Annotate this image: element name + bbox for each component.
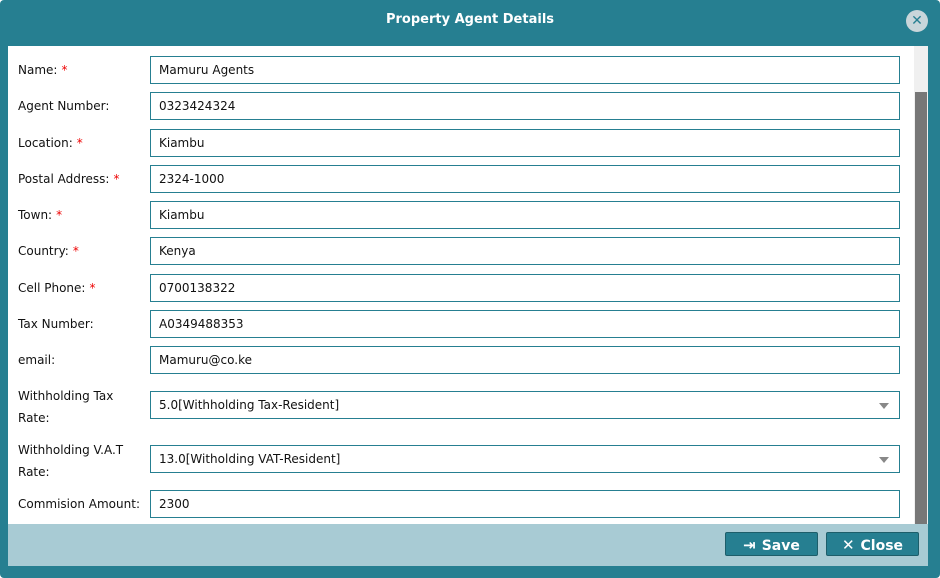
chevron-down-icon: [879, 403, 889, 409]
dialog-footer: ⇥ Save ✕ Close: [8, 524, 928, 566]
postal-address-input[interactable]: 2324-1000: [150, 165, 900, 193]
agent-number-input[interactable]: 0323424324: [150, 92, 900, 120]
save-button[interactable]: ⇥ Save: [725, 532, 818, 556]
email-input[interactable]: Mamuru@co.ke: [150, 346, 900, 374]
location-label: Location: *: [18, 136, 83, 150]
withholding-tax-label: Withholding Tax Rate:: [18, 389, 114, 425]
name-input[interactable]: Mamuru Agents: [150, 56, 900, 84]
postal-address-label: Postal Address: *: [18, 172, 120, 186]
commision-amount-input[interactable]: 2300: [150, 490, 900, 518]
town-input[interactable]: Kiambu: [150, 201, 900, 229]
dialog-close-icon[interactable]: ✕: [906, 10, 928, 32]
scrollbar-thumb[interactable]: [915, 92, 927, 524]
country-input[interactable]: Kenya: [150, 237, 900, 265]
town-label: Town: *: [18, 208, 63, 222]
name-label: Name: *: [18, 63, 68, 77]
scrollbar[interactable]: [914, 46, 928, 524]
withholding-vat-label: Withholding V.A.T Rate:: [18, 443, 124, 479]
commision-amount-label: Commision Amount:: [18, 497, 140, 511]
withholding-vat-select[interactable]: 13.0[Witholding VAT-Resident]: [150, 445, 900, 473]
tax-number-label: Tax Number:: [18, 317, 94, 331]
tax-number-input[interactable]: A0349488353: [150, 310, 900, 338]
country-label: Country: *: [18, 244, 79, 258]
cell-phone-label: Cell Phone: *: [18, 281, 96, 295]
close-icon: ✕: [841, 536, 855, 554]
close-button[interactable]: ✕ Close: [826, 532, 919, 556]
dialog-title: Property Agent Details: [385, 12, 555, 27]
sign-in-icon: ⇥: [743, 536, 756, 554]
withholding-tax-select[interactable]: 5.0[Withholding Tax-Resident]: [150, 391, 900, 419]
location-input[interactable]: Kiambu: [150, 129, 900, 157]
email-label: email:: [18, 353, 56, 367]
dialog-titlebar: Property Agent Details ✕: [0, 0, 940, 42]
chevron-down-icon: [879, 457, 889, 463]
cell-phone-input[interactable]: 0700138322: [150, 274, 900, 302]
property-agent-dialog: Property Agent Details ✕ Name: * Mamuru A…: [0, 0, 940, 578]
agent-number-label: Agent Number:: [18, 99, 110, 113]
form-body: Name: * Mamuru Agents Agent Number: 03234…: [8, 46, 928, 524]
